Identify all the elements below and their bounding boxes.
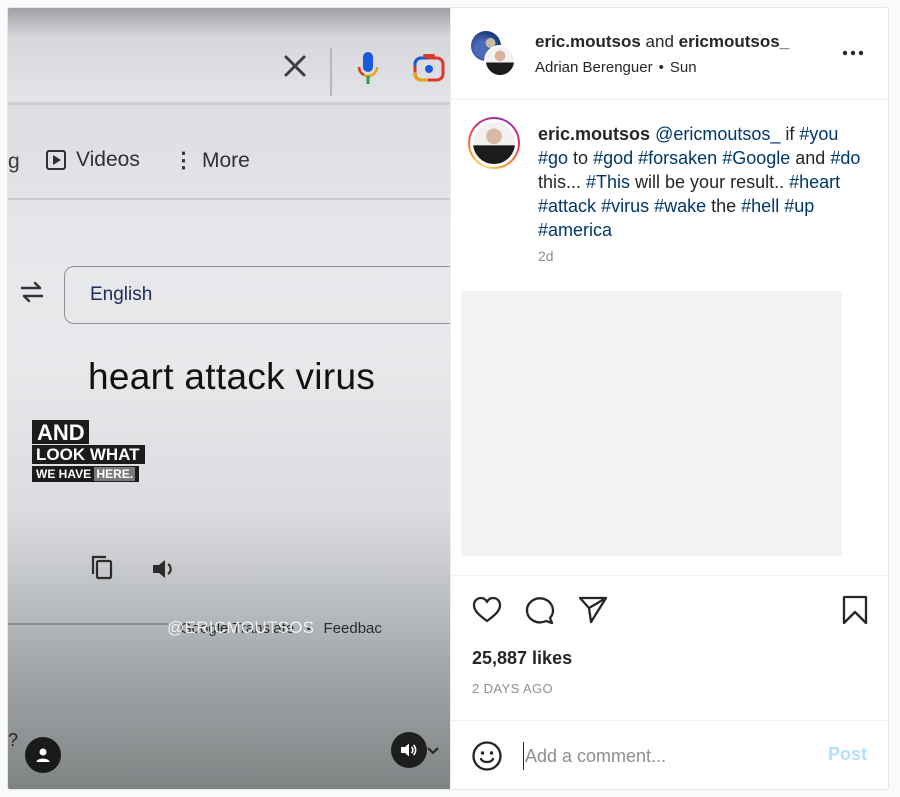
video-watermark: @ERICMOUTSOS: [167, 618, 315, 637]
instagram-post-card: g Videos ⋮ More English heart attack vir…: [7, 7, 889, 790]
translate-query-text: heart attack virus: [88, 356, 376, 397]
microphone-icon: [357, 52, 379, 84]
caption-mention-link[interactable]: @ericmoutsos_: [655, 124, 780, 144]
overlay-line-3b: HERE.: [94, 467, 136, 481]
bookmark-icon[interactable]: [839, 594, 871, 626]
caption-text-segment: the: [706, 196, 742, 216]
question-mark: ?: [8, 730, 19, 750]
overlay-line-3: WE HAVE HERE.: [32, 466, 140, 482]
footer-divider: [8, 623, 168, 625]
caption-avatar[interactable]: [470, 119, 518, 167]
tab-more: ⋮ More: [173, 148, 250, 173]
hashtag-link[interactable]: #go: [538, 148, 568, 168]
subtitle-separator: •: [658, 59, 664, 76]
tab-videos-label: Videos: [76, 148, 140, 171]
chevron-down-icon: [427, 747, 439, 755]
post-video[interactable]: g Videos ⋮ More English heart attack vir…: [8, 8, 450, 789]
hashtag-link[interactable]: #god: [593, 148, 633, 168]
emoji-icon[interactable]: [471, 740, 503, 772]
hashtag-link[interactable]: #heart: [789, 172, 840, 192]
actions-divider: [451, 575, 888, 576]
caption-text-segment: will be your result..: [630, 172, 790, 192]
caption-timestamp[interactable]: 2d: [538, 248, 554, 264]
overlay-line-3a: WE HAVE: [36, 467, 95, 481]
caption-text-segment: this...: [538, 172, 587, 192]
caption-text-segment: if: [780, 124, 800, 144]
collab-avatars[interactable]: [471, 31, 517, 77]
post-comment-button[interactable]: Post: [828, 744, 867, 765]
post-date[interactable]: 2 DAYS AGO: [472, 681, 553, 696]
close-icon: [284, 55, 306, 77]
google-tabs: g Videos ⋮ More: [8, 138, 450, 188]
hashtag-link[interactable]: #up: [784, 196, 814, 216]
tab-videos: Videos: [46, 148, 140, 172]
author-connector: and: [640, 32, 679, 51]
speaker-on-icon: [401, 743, 417, 757]
search-divider: [330, 48, 332, 96]
author-primary-link[interactable]: eric.moutsos: [535, 32, 641, 51]
video-caption-overlay: AND LOOK WHAT WE HAVE HERE.: [32, 420, 145, 483]
audio-credit-link[interactable]: Adrian Berenguer: [535, 59, 653, 76]
footer-feedback: Feedbac: [323, 620, 382, 637]
hashtag-link[interactable]: #do: [830, 148, 860, 168]
caption-username[interactable]: eric.moutsos: [538, 124, 650, 144]
speaker-icon: [153, 560, 172, 578]
post-subtitle: Adrian Berenguer • Sun: [535, 59, 697, 76]
search-bar-divider: [8, 102, 450, 105]
google-search-bar: [8, 8, 450, 103]
hashtag-link[interactable]: #virus: [601, 196, 649, 216]
comment-input[interactable]: [523, 742, 823, 770]
hashtag-link[interactable]: #hell: [741, 196, 779, 216]
tagged-users-button[interactable]: [25, 737, 61, 773]
swap-languages-icon: [20, 281, 44, 303]
hashtag-link[interactable]: #This: [586, 172, 630, 192]
tab-partial: g: [8, 150, 20, 173]
caption-avatar-story-ring[interactable]: [468, 117, 520, 169]
caption-text: eric.moutsos @ericmoutsos_ if #you #go t…: [538, 122, 868, 242]
tabs-divider: [8, 198, 450, 200]
audio-toggle-button[interactable]: [391, 732, 427, 768]
post-authors: eric.moutsos and ericmoutsos_: [535, 32, 789, 52]
more-vertical-icon: ⋮: [173, 149, 194, 172]
copy-icon: [91, 555, 113, 580]
post-caption: eric.moutsos @ericmoutsos_ if #you #go t…: [451, 100, 888, 280]
hashtag-link[interactable]: #wake: [654, 196, 706, 216]
caption-text-segment: to: [568, 148, 594, 168]
author-secondary-link[interactable]: ericmoutsos_: [679, 32, 790, 51]
hashtag-link[interactable]: #america: [538, 220, 612, 240]
likes-count[interactable]: 25,887 likes: [472, 648, 572, 669]
comment-divider: [451, 720, 888, 721]
hashtag-link[interactable]: #you: [799, 124, 838, 144]
hashtag-link[interactable]: #attack: [538, 196, 596, 216]
camera-lens-icon: [413, 54, 445, 82]
paper-plane-icon[interactable]: [577, 594, 609, 626]
tab-more-label: More: [202, 148, 250, 172]
post-header: eric.moutsos and ericmoutsos_ Adrian Ber…: [451, 8, 888, 100]
overlay-line-2: LOOK WHAT: [32, 445, 145, 464]
overlay-line-1: AND: [32, 420, 89, 444]
comments-loading-placeholder: [461, 291, 842, 556]
caption-text-segment: and: [790, 148, 831, 168]
hashtag-link[interactable]: #Google: [722, 148, 790, 168]
posted-day: Sun: [669, 59, 697, 76]
more-options-icon[interactable]: [841, 44, 865, 62]
heart-icon[interactable]: [471, 594, 503, 626]
source-language: English: [90, 284, 153, 305]
user-tag-icon: [36, 748, 50, 762]
comment-icon[interactable]: [524, 594, 556, 626]
post-details-panel: eric.moutsos and ericmoutsos_ Adrian Ber…: [450, 8, 888, 789]
hashtag-link[interactable]: #forsaken: [638, 148, 717, 168]
play-icon: [46, 150, 66, 170]
avatar-primary[interactable]: [484, 45, 516, 77]
